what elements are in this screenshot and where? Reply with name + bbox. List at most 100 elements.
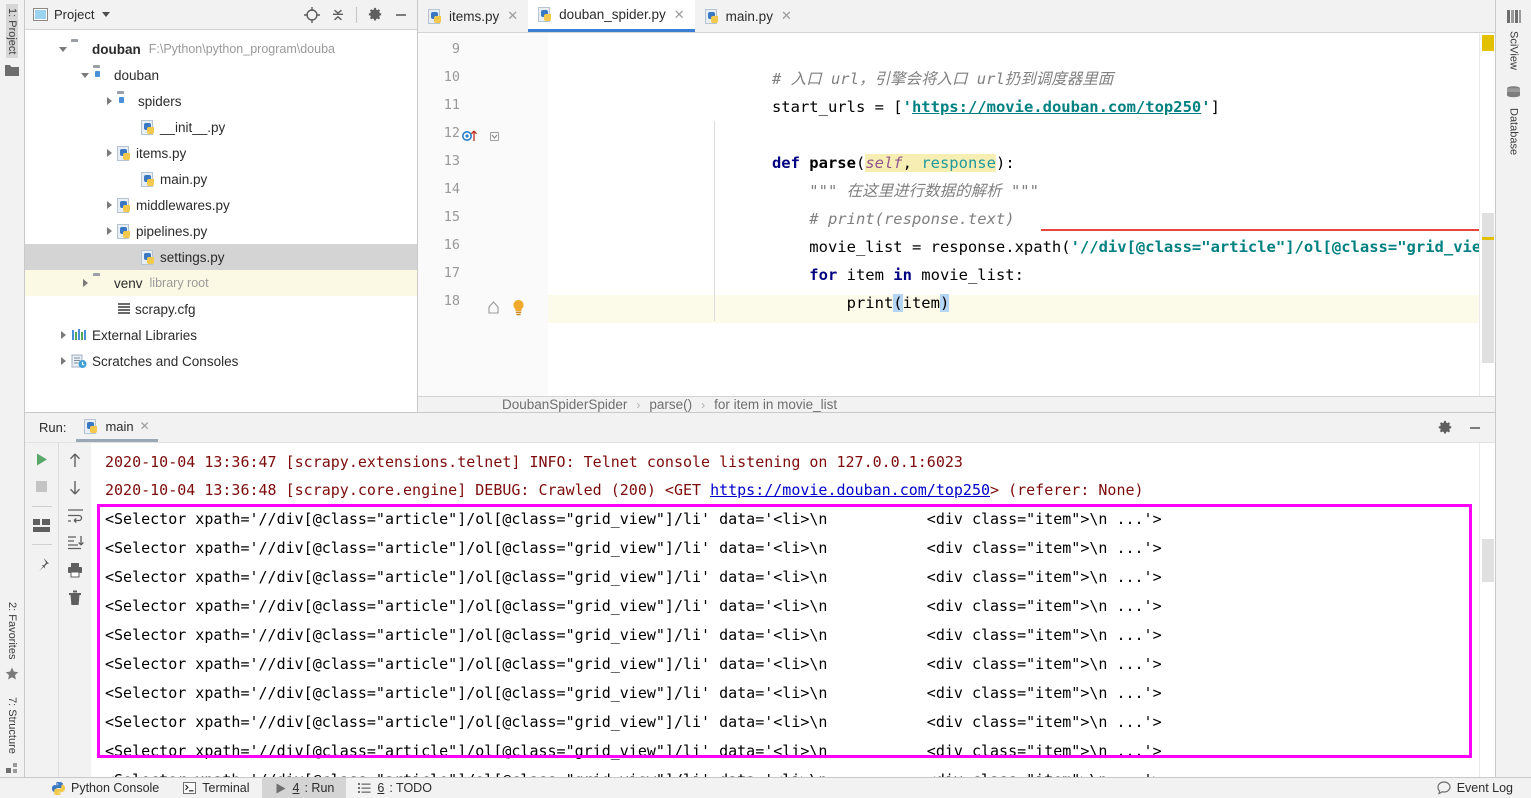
collapse-all-icon[interactable] bbox=[330, 7, 346, 23]
fold-end-icon[interactable] bbox=[488, 301, 499, 314]
pycharm-window: 1: Project 2: Favorites 7: Structure Pro… bbox=[0, 0, 1531, 798]
close-icon[interactable]: ✕ bbox=[507, 8, 518, 24]
settings-gear-icon[interactable] bbox=[1437, 420, 1453, 436]
sidebar-item-favorites[interactable]: 2: Favorites bbox=[6, 598, 18, 663]
soft-wrap-icon[interactable] bbox=[67, 508, 84, 523]
breadcrumb-item-class[interactable]: DoubanSpiderSpider bbox=[502, 397, 627, 412]
rerun-play-icon[interactable] bbox=[34, 452, 49, 467]
code-url-literal[interactable]: https://movie.douban.com/top250 bbox=[912, 98, 1201, 116]
trash-icon[interactable] bbox=[68, 590, 82, 606]
status-item-todo[interactable]: 6: TODO bbox=[346, 778, 444, 798]
console-link[interactable]: https://movie.douban.com/top250 bbox=[710, 481, 990, 499]
console-scrollbar[interactable] bbox=[1479, 443, 1495, 777]
editor-scrollbar-thumb[interactable] bbox=[1482, 213, 1494, 363]
status-item-run[interactable]: 4: Run bbox=[261, 777, 347, 798]
scroll-to-end-icon[interactable] bbox=[67, 535, 84, 550]
chevron-down-icon[interactable] bbox=[102, 12, 111, 17]
code-editor[interactable]: 9 10 11 12 13 14 15 16 17 18 # 入口 url，引擎… bbox=[418, 33, 1495, 396]
folder-icon bbox=[71, 42, 88, 57]
settings-gear-icon[interactable] bbox=[367, 7, 383, 23]
tab-items-py[interactable]: items.py ✕ bbox=[418, 0, 528, 32]
tree-node-pipelines-py[interactable]: pipelines.py bbox=[25, 218, 417, 244]
twisty-right-icon[interactable] bbox=[55, 357, 71, 365]
code-fold-icon[interactable] bbox=[490, 132, 499, 141]
editor-gutter[interactable]: 9 10 11 12 13 14 15 16 17 18 bbox=[418, 33, 548, 396]
tree-node-external-libraries[interactable]: External Libraries bbox=[25, 322, 417, 348]
tree-node-douban-root[interactable]: douban F:\Python\python_program\douba bbox=[25, 36, 417, 62]
locate-icon[interactable] bbox=[304, 6, 320, 23]
right-tool-strip: SciView Database bbox=[1495, 0, 1531, 777]
code-text[interactable]: # 入口 url，引擎会将入口 url扔到调度器里面 start_urls = … bbox=[548, 33, 1495, 396]
down-arrow-icon[interactable] bbox=[68, 480, 82, 496]
twisty-right-icon[interactable] bbox=[77, 279, 93, 287]
tree-node-main-py[interactable]: main.py bbox=[25, 166, 417, 192]
close-icon[interactable]: ✕ bbox=[674, 7, 685, 23]
twisty-right-icon[interactable] bbox=[101, 227, 117, 235]
code-text-plain: start_urls = [ bbox=[697, 98, 903, 116]
tab-main-py[interactable]: main.py ✕ bbox=[695, 0, 802, 32]
breadcrumb-item-method[interactable]: parse() bbox=[649, 397, 692, 412]
project-panel: Project douban F:\Python\python_program\… bbox=[25, 0, 418, 412]
sciview-grid-icon[interactable] bbox=[1506, 10, 1521, 23]
twisty-down-icon[interactable] bbox=[55, 46, 71, 52]
tree-node-scrapy-cfg[interactable]: scrapy.cfg bbox=[25, 296, 417, 322]
code-paren-matched: ) bbox=[939, 294, 950, 312]
run-console-output[interactable]: 2020-10-04 13:36:47 [scrapy.extensions.t… bbox=[91, 443, 1495, 777]
python-file-icon bbox=[141, 249, 156, 265]
library-icon bbox=[71, 328, 88, 343]
pin-icon[interactable] bbox=[34, 557, 50, 573]
database-icon[interactable] bbox=[1506, 86, 1521, 100]
status-bar: Python Console Terminal 4: Run 6: TODO … bbox=[0, 777, 1531, 798]
breadcrumb-item-statement[interactable]: for item in movie_list bbox=[714, 397, 837, 412]
tab-douban-spider-py[interactable]: douban_spider.py ✕ bbox=[528, 0, 695, 32]
sidebar-item-sciview[interactable]: SciView bbox=[1508, 27, 1520, 74]
twisty-right-icon[interactable] bbox=[101, 97, 117, 105]
project-panel-header: Project bbox=[25, 0, 417, 30]
sidebar-item-structure[interactable]: 7: Structure bbox=[6, 693, 18, 758]
python-file-icon bbox=[704, 8, 720, 24]
close-icon[interactable]: ✕ bbox=[781, 8, 792, 24]
tree-node-label: douban bbox=[114, 67, 160, 83]
indent-guide bbox=[714, 121, 715, 321]
status-item-label: Terminal bbox=[202, 781, 250, 795]
line-number: 9 bbox=[451, 41, 460, 57]
tree-node-douban-package[interactable]: douban bbox=[25, 62, 417, 88]
method-override-icon[interactable] bbox=[462, 128, 484, 142]
editor-scrollbar[interactable] bbox=[1479, 33, 1495, 396]
run-header-icons bbox=[1437, 420, 1495, 436]
twisty-down-icon[interactable] bbox=[77, 72, 93, 78]
tree-node-items-py[interactable]: items.py bbox=[25, 140, 417, 166]
status-item-python-console[interactable]: Python Console bbox=[40, 778, 171, 798]
tree-node-scratches-consoles[interactable]: Scratches and Consoles bbox=[25, 348, 417, 374]
warning-marker[interactable] bbox=[1482, 35, 1494, 51]
sidebar-item-database[interactable]: Database bbox=[1508, 104, 1520, 159]
tree-node-init-py[interactable]: __init__.py bbox=[25, 114, 417, 140]
intention-bulb-icon[interactable] bbox=[511, 299, 526, 317]
run-tab-main[interactable]: main ✕ bbox=[76, 413, 158, 442]
source-folder-icon bbox=[117, 94, 134, 109]
twisty-right-icon[interactable] bbox=[101, 201, 117, 209]
up-arrow-icon[interactable] bbox=[68, 452, 82, 468]
error-stripe-marker[interactable] bbox=[1482, 237, 1494, 240]
print-icon[interactable] bbox=[67, 562, 83, 578]
minimize-icon[interactable] bbox=[1467, 420, 1483, 436]
minimize-icon[interactable] bbox=[393, 7, 409, 23]
tree-node-middlewares-py[interactable]: middlewares.py bbox=[25, 192, 417, 218]
layout-icon[interactable] bbox=[33, 519, 50, 532]
python-file-icon bbox=[538, 7, 553, 22]
sidebar-item-project[interactable]: 1: Project bbox=[6, 4, 18, 59]
status-item-terminal[interactable]: Terminal bbox=[171, 778, 261, 798]
code-text-plain: ] bbox=[1210, 98, 1220, 116]
close-icon[interactable]: ✕ bbox=[140, 419, 150, 433]
tree-node-spiders[interactable]: spiders bbox=[25, 88, 417, 114]
twisty-right-icon[interactable] bbox=[101, 149, 117, 157]
stop-icon[interactable] bbox=[34, 479, 49, 494]
console-line-selector: <Selector xpath='//div[@class="article"]… bbox=[105, 771, 1162, 777]
project-tree: douban F:\Python\python_program\douba do… bbox=[25, 30, 417, 412]
console-scrollbar-thumb[interactable] bbox=[1482, 539, 1494, 582]
tree-node-settings-py[interactable]: settings.py bbox=[25, 244, 417, 270]
tree-node-label: Scratches and Consoles bbox=[92, 353, 239, 369]
twisty-right-icon[interactable] bbox=[55, 331, 71, 339]
tree-node-venv[interactable]: venv library root bbox=[25, 270, 417, 296]
